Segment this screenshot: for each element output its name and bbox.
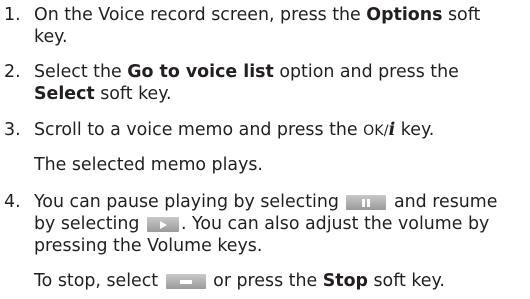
text-run: You can pause playing by selecting xyxy=(34,192,345,212)
play-icon xyxy=(146,217,179,232)
text-run: key. xyxy=(34,27,68,47)
pause-icon xyxy=(346,195,387,210)
text-run: soft key. xyxy=(94,84,172,104)
step-3-note: The selected memo plays. xyxy=(34,155,263,175)
select-key-label: Select xyxy=(34,84,95,104)
step-number: 1. xyxy=(4,5,21,25)
text-run: pressing the Volume keys. xyxy=(34,236,263,256)
text-run: On the Voice record screen, press the xyxy=(34,5,367,25)
stop-icon xyxy=(165,274,206,289)
step-text: Select the Go to voice list option and p… xyxy=(34,61,530,105)
text-run: key. xyxy=(395,120,435,140)
step-4-note: To stop, select or press the Stop soft k… xyxy=(34,270,445,292)
step-number: 3. xyxy=(4,120,21,140)
text-run: soft xyxy=(442,5,481,25)
text-run: option and press the xyxy=(273,62,459,82)
text-run: Select the xyxy=(34,62,128,82)
text-run: . You can also adjust the volume by xyxy=(180,214,490,234)
text-run: by selecting xyxy=(34,214,145,234)
stop-key-label: Stop xyxy=(322,271,368,291)
manual-page: 1. On the Voice record screen, press the… xyxy=(0,0,530,299)
text-run: Scroll to a voice memo and press the xyxy=(34,120,364,140)
step-text: Scroll to a voice memo and press the OK/… xyxy=(34,119,530,141)
text-run: and resume xyxy=(388,192,498,212)
options-key-label: Options xyxy=(366,5,443,25)
text-run: or press the xyxy=(207,271,323,291)
go-to-voice-list-label: Go to voice list xyxy=(127,62,274,82)
step-text: You can pause playing by selecting and r… xyxy=(34,191,530,257)
step-text: On the Voice record screen, press the Op… xyxy=(34,4,530,48)
step-number: 4. xyxy=(4,192,21,212)
text-run: To stop, select xyxy=(34,271,164,291)
text-run: soft key. xyxy=(367,271,445,291)
step-number: 2. xyxy=(4,62,21,82)
ok-key-label: OK/ xyxy=(363,123,389,139)
